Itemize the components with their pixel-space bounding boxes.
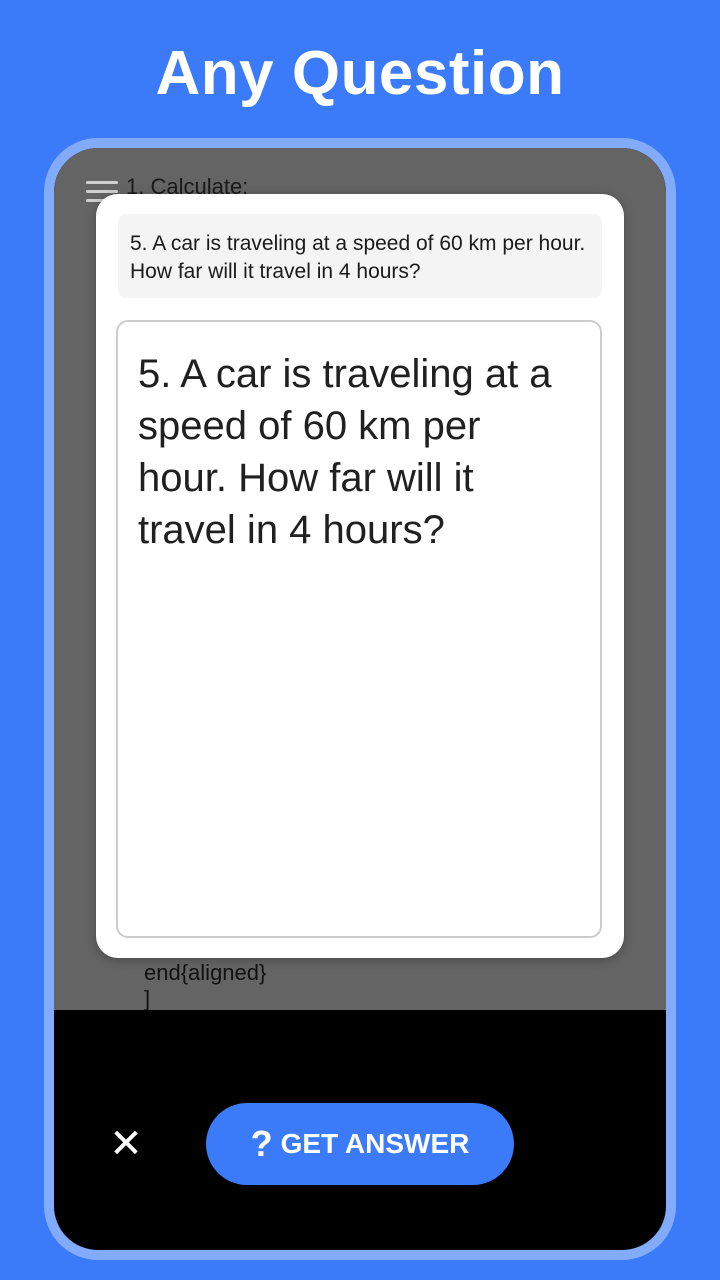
page-headline: Any Question — [155, 39, 565, 108]
recognized-text-preview: 5. A car is traveling at a speed of 60 k… — [118, 214, 602, 298]
question-mark-icon: ? — [250, 1123, 273, 1164]
close-button[interactable]: ✕ — [106, 1124, 146, 1164]
question-text-editor[interactable]: 5. A car is traveling at a speed of 60 k… — [116, 320, 602, 938]
get-answer-button[interactable]: ? GET ANSWER — [206, 1103, 514, 1185]
question-edit-dialog: 5. A car is traveling at a speed of 60 k… — [96, 194, 624, 958]
get-answer-label: GET ANSWER — [280, 1128, 470, 1159]
document-line-end: end{aligned} — [144, 960, 267, 985]
phone-frame: 1. Calculate: end{aligned} ] 5. A car is… — [44, 138, 676, 1260]
phone-screen: 1. Calculate: end{aligned} ] 5. A car is… — [54, 148, 666, 1250]
document-line-bracket: ] — [144, 986, 151, 1011]
close-icon: ✕ — [109, 1122, 143, 1166]
